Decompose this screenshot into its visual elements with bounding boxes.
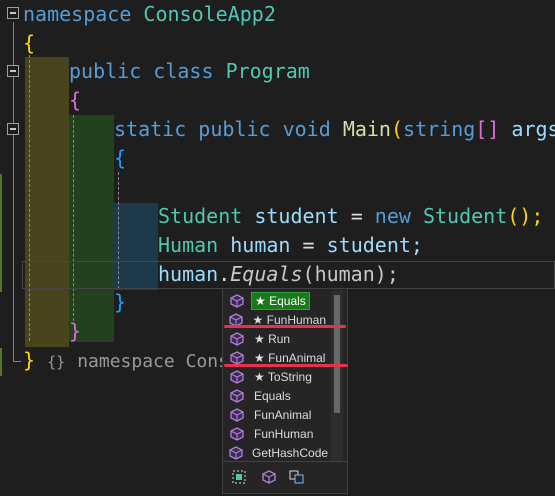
code-line-7[interactable]: Student student = new Student(); bbox=[158, 202, 543, 231]
completion-item-label: ★ Equals bbox=[251, 291, 310, 310]
completion-item[interactable]: ★ Run bbox=[225, 329, 329, 348]
code-line-3[interactable]: public class Program bbox=[69, 57, 310, 86]
code-line-5[interactable]: static public void Main(string[] args) bbox=[114, 115, 555, 144]
completion-item[interactable]: ★ ToString bbox=[225, 367, 329, 386]
outline-line bbox=[13, 361, 21, 362]
variable: student bbox=[254, 204, 339, 228]
brace: { bbox=[114, 146, 127, 170]
completion-item-label: ★ Run bbox=[254, 331, 291, 346]
code-line-10[interactable]: } bbox=[114, 288, 126, 317]
completion-item[interactable]: GetHashCode bbox=[225, 443, 329, 462]
keyword: void bbox=[282, 117, 331, 141]
completion-item[interactable]: FunAnimal bbox=[225, 405, 329, 424]
dot: . bbox=[218, 262, 231, 286]
type-name: Human bbox=[158, 233, 219, 257]
method-cube-icon bbox=[229, 331, 245, 347]
completion-item[interactable]: FunHuman bbox=[225, 424, 329, 443]
code-line-6[interactable]: { bbox=[114, 144, 126, 173]
collapse-toggle[interactable] bbox=[7, 123, 19, 135]
paren: ); bbox=[374, 262, 399, 286]
scope-hint-icon: {} bbox=[47, 353, 66, 371]
collapse-toggle[interactable] bbox=[7, 7, 19, 19]
change-bar bbox=[0, 348, 2, 376]
operator: = bbox=[350, 204, 363, 228]
paren: ( bbox=[302, 262, 315, 286]
brace: } bbox=[114, 290, 127, 314]
method-cube-icon bbox=[229, 426, 245, 442]
code-line-11[interactable]: } bbox=[69, 317, 81, 346]
value: student; bbox=[326, 233, 423, 257]
keyword: class bbox=[153, 59, 214, 83]
scope-band-class bbox=[69, 115, 114, 342]
method-cube-icon bbox=[229, 369, 245, 385]
completion-item-label: GetHashCode bbox=[252, 445, 329, 460]
keyword: public bbox=[198, 117, 271, 141]
scrollbar-thumb[interactable] bbox=[334, 295, 340, 413]
code-line-8[interactable]: Human human = student; bbox=[158, 231, 423, 260]
brackets: [] bbox=[475, 117, 500, 141]
completion-item-label: FunAnimal bbox=[254, 407, 312, 422]
keyword: new bbox=[374, 204, 411, 228]
brace: } bbox=[23, 348, 36, 372]
method-cube-icon bbox=[229, 388, 245, 404]
parameter: args bbox=[511, 117, 555, 141]
method-cube-icon bbox=[229, 293, 245, 309]
method-filter-icon[interactable] bbox=[261, 469, 277, 485]
expand-filter-icon[interactable] bbox=[231, 469, 247, 485]
annotation-underline bbox=[224, 325, 346, 328]
collapse-toggle[interactable] bbox=[7, 65, 19, 77]
completion-item[interactable]: Equals bbox=[225, 386, 329, 405]
popup-scrollbar[interactable] bbox=[331, 291, 343, 461]
brace: { bbox=[69, 88, 82, 112]
completion-item-label: Equals bbox=[254, 388, 291, 403]
type-name: string bbox=[403, 117, 476, 141]
type-name: Student bbox=[422, 204, 508, 228]
code-line-12[interactable]: } {} namespace Conso bbox=[23, 346, 240, 377]
completion-item-label: FunHuman bbox=[254, 426, 314, 441]
keyword: public bbox=[69, 59, 142, 83]
method-name: Main bbox=[342, 117, 391, 141]
method-cube-icon bbox=[229, 407, 245, 423]
method-name: Equals bbox=[230, 262, 303, 286]
keyword: namespace bbox=[23, 2, 132, 26]
type-name: Student bbox=[158, 204, 243, 228]
variable: human bbox=[230, 233, 291, 257]
scope-hint-text: namespace Conso bbox=[77, 351, 240, 372]
keyword: static bbox=[114, 117, 187, 141]
paren: ( bbox=[390, 117, 404, 141]
operator: = bbox=[302, 233, 315, 257]
indent-guide bbox=[73, 115, 74, 321]
class-name: Program bbox=[225, 59, 310, 83]
code-line-4[interactable]: { bbox=[69, 86, 81, 115]
call-parens: (); bbox=[507, 204, 544, 228]
scope-band-namespace bbox=[25, 57, 69, 347]
completion-item[interactable]: ★ Equals bbox=[225, 291, 329, 310]
brace: } bbox=[69, 319, 82, 343]
change-bar bbox=[0, 174, 2, 292]
extension-filter-icon[interactable] bbox=[289, 469, 305, 485]
variable: human bbox=[158, 262, 219, 286]
brace: { bbox=[23, 31, 36, 55]
namespace-name: ConsoleApp2 bbox=[143, 2, 276, 26]
filter-bar bbox=[223, 461, 347, 494]
intellisense-popup[interactable]: ★ Equals ★ FunHuman ★ Run ★ FunAnimal ★ ToSt… bbox=[222, 288, 348, 494]
code-line-2[interactable]: { bbox=[23, 29, 35, 58]
method-cube-icon bbox=[229, 445, 243, 461]
code-line-1[interactable]: namespace ConsoleApp2 bbox=[23, 0, 276, 29]
indent-guide bbox=[29, 55, 30, 341]
code-line-9[interactable]: human.Equals(human); bbox=[158, 260, 399, 289]
annotation-underline bbox=[224, 364, 348, 367]
argument: human bbox=[314, 262, 375, 286]
completion-item-label: ★ ToString bbox=[254, 369, 312, 384]
